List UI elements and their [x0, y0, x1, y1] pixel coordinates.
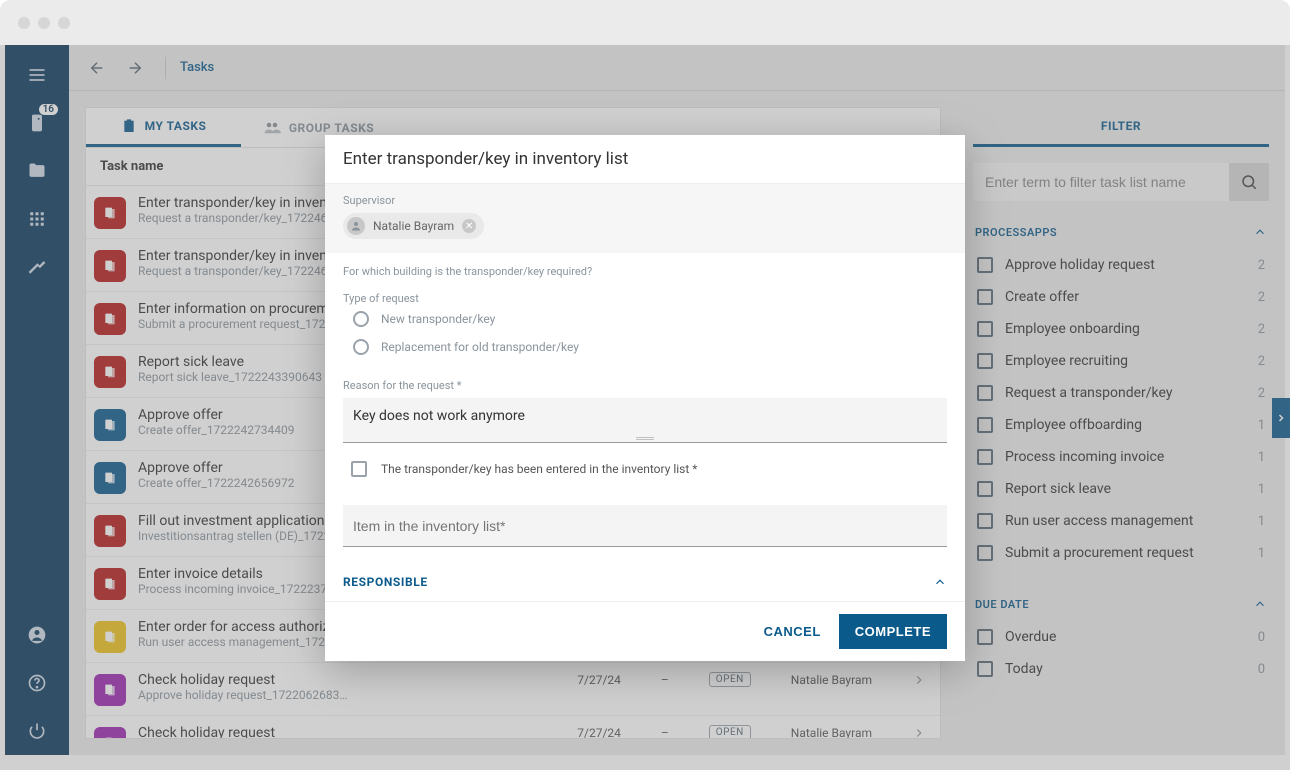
reason-textarea[interactable]: Key does not work anymore — [343, 398, 947, 443]
option-replace-key[interactable]: Replacement for old transponder/key — [343, 333, 947, 361]
type-label: Type of request — [343, 292, 947, 305]
close-dot[interactable] — [18, 17, 30, 29]
inventory-entered-checkbox-row: The transponder/key has been entered in … — [343, 443, 947, 487]
radio-icon — [353, 311, 369, 327]
supervisor-label: Supervisor — [343, 194, 947, 207]
person-icon — [347, 217, 365, 235]
reason-label: Reason for the request * — [343, 379, 947, 392]
minimize-dot[interactable] — [38, 17, 50, 29]
dialog-title: Enter transponder/key in inventory list — [325, 135, 965, 184]
task-dialog: Enter transponder/key in inventory list … — [325, 135, 965, 661]
checkbox-label: The transponder/key has been entered in … — [381, 462, 697, 476]
cancel-button[interactable]: CANCEL — [764, 624, 821, 639]
radio-icon — [353, 339, 369, 355]
chevron-up-icon — [933, 575, 947, 589]
option-new-key[interactable]: New transponder/key — [343, 305, 947, 333]
checkbox[interactable] — [351, 461, 367, 477]
section-label: RESPONSIBLE — [343, 575, 428, 589]
dialog-footer: CANCEL COMPLETE — [325, 601, 965, 661]
inventory-item-input[interactable] — [343, 505, 947, 547]
dialog-body: Supervisor Natalie Bayram ✕ For which bu… — [325, 184, 965, 601]
complete-button[interactable]: COMPLETE — [839, 614, 947, 649]
supervisor-chip[interactable]: Natalie Bayram ✕ — [343, 213, 484, 239]
supervisor-name: Natalie Bayram — [373, 219, 454, 233]
option-label: New transponder/key — [381, 312, 495, 326]
maximize-dot[interactable] — [58, 17, 70, 29]
window-chrome — [0, 0, 1290, 45]
option-label: Replacement for old transponder/key — [381, 340, 579, 354]
supervisor-field: Supervisor Natalie Bayram ✕ — [325, 184, 965, 253]
remove-chip-icon[interactable]: ✕ — [462, 219, 476, 233]
traffic-lights — [18, 17, 70, 29]
responsible-section-header[interactable]: RESPONSIBLE — [343, 575, 947, 589]
building-question: For which building is the transponder/ke… — [343, 265, 947, 278]
modal-overlay[interactable]: Enter transponder/key in inventory list … — [0, 45, 1290, 770]
